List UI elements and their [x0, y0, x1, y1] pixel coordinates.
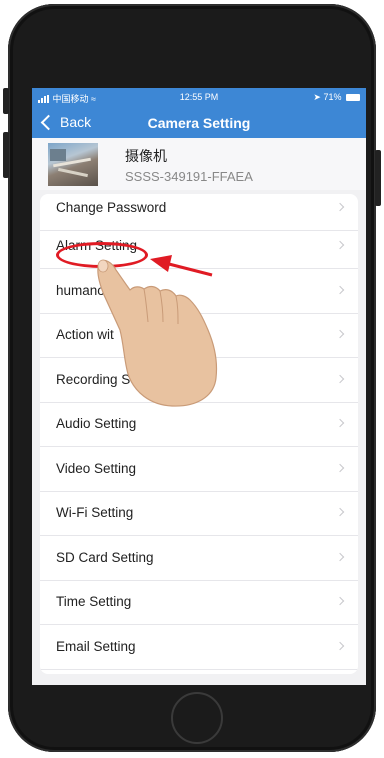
home-button[interactable] [171, 692, 223, 744]
pointing-hand-icon [97, 259, 218, 407]
